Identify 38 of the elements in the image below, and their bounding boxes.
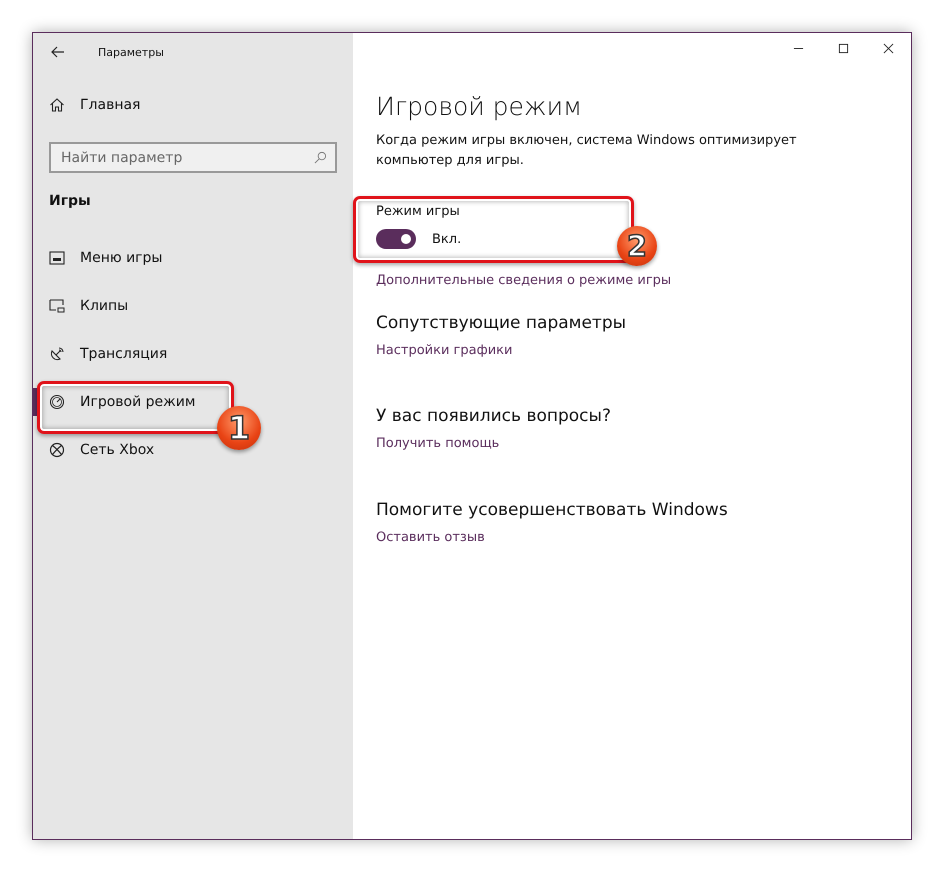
section-heading: У вас появились вопросы?: [376, 406, 612, 426]
clip-icon: [49, 298, 65, 314]
gauge-icon: [49, 394, 65, 410]
home-label: Главная: [80, 97, 140, 113]
section-heading: Игры: [49, 193, 92, 209]
sidebar-item[interactable]: Сеть Xbox: [33, 436, 154, 464]
home-icon: [49, 97, 65, 113]
section-heading: Сопутствующие параметры: [376, 313, 628, 333]
sidebar-item[interactable]: Игровой режим: [33, 388, 196, 416]
page-title: Игровой режим: [376, 92, 583, 121]
satellite-icon: [49, 346, 65, 362]
sidebar-item-label: Меню игры: [80, 250, 162, 266]
more-info-link[interactable]: Дополнительные сведения о режиме игры: [376, 273, 672, 288]
window-title: Параметры: [98, 46, 164, 58]
section-link[interactable]: Оставить отзыв: [376, 530, 485, 545]
toggle-label: Режим игры: [376, 204, 461, 219]
sidebar-item-label: Сеть Xbox: [80, 442, 154, 458]
section-link[interactable]: Настройки графики: [376, 343, 512, 358]
section-link[interactable]: Получить помощь: [376, 436, 500, 451]
sidebar-item-label: Игровой режим: [80, 394, 196, 410]
search-icon: [314, 151, 327, 164]
sidebar-item[interactable]: Меню игры: [33, 244, 162, 272]
close-icon[interactable]: [883, 43, 894, 54]
search-field[interactable]: Найти параметр: [49, 142, 337, 173]
toggle-switch[interactable]: [376, 229, 416, 249]
maximize-icon[interactable]: [838, 43, 849, 54]
toggle-state-text: Вкл.: [432, 232, 462, 246]
sidebar-item[interactable]: Трансляция: [33, 340, 168, 368]
sidebar-item[interactable]: Клипы: [33, 292, 128, 320]
description-text: Когда режим игры включен, система Windows оптимизирует компьютер для игры.: [376, 132, 798, 170]
home-nav-item[interactable]: Главная: [49, 91, 140, 119]
xbox-icon: [49, 442, 65, 458]
section-heading: Помогите усовершенствовать Windows: [376, 500, 729, 520]
back-arrow-icon[interactable]: [51, 46, 65, 58]
sidebar-item-label: Трансляция: [80, 346, 168, 362]
monitor-icon: [49, 250, 65, 266]
step-number-badge: 2: [617, 226, 657, 266]
sidebar-item-label: Клипы: [80, 298, 128, 314]
